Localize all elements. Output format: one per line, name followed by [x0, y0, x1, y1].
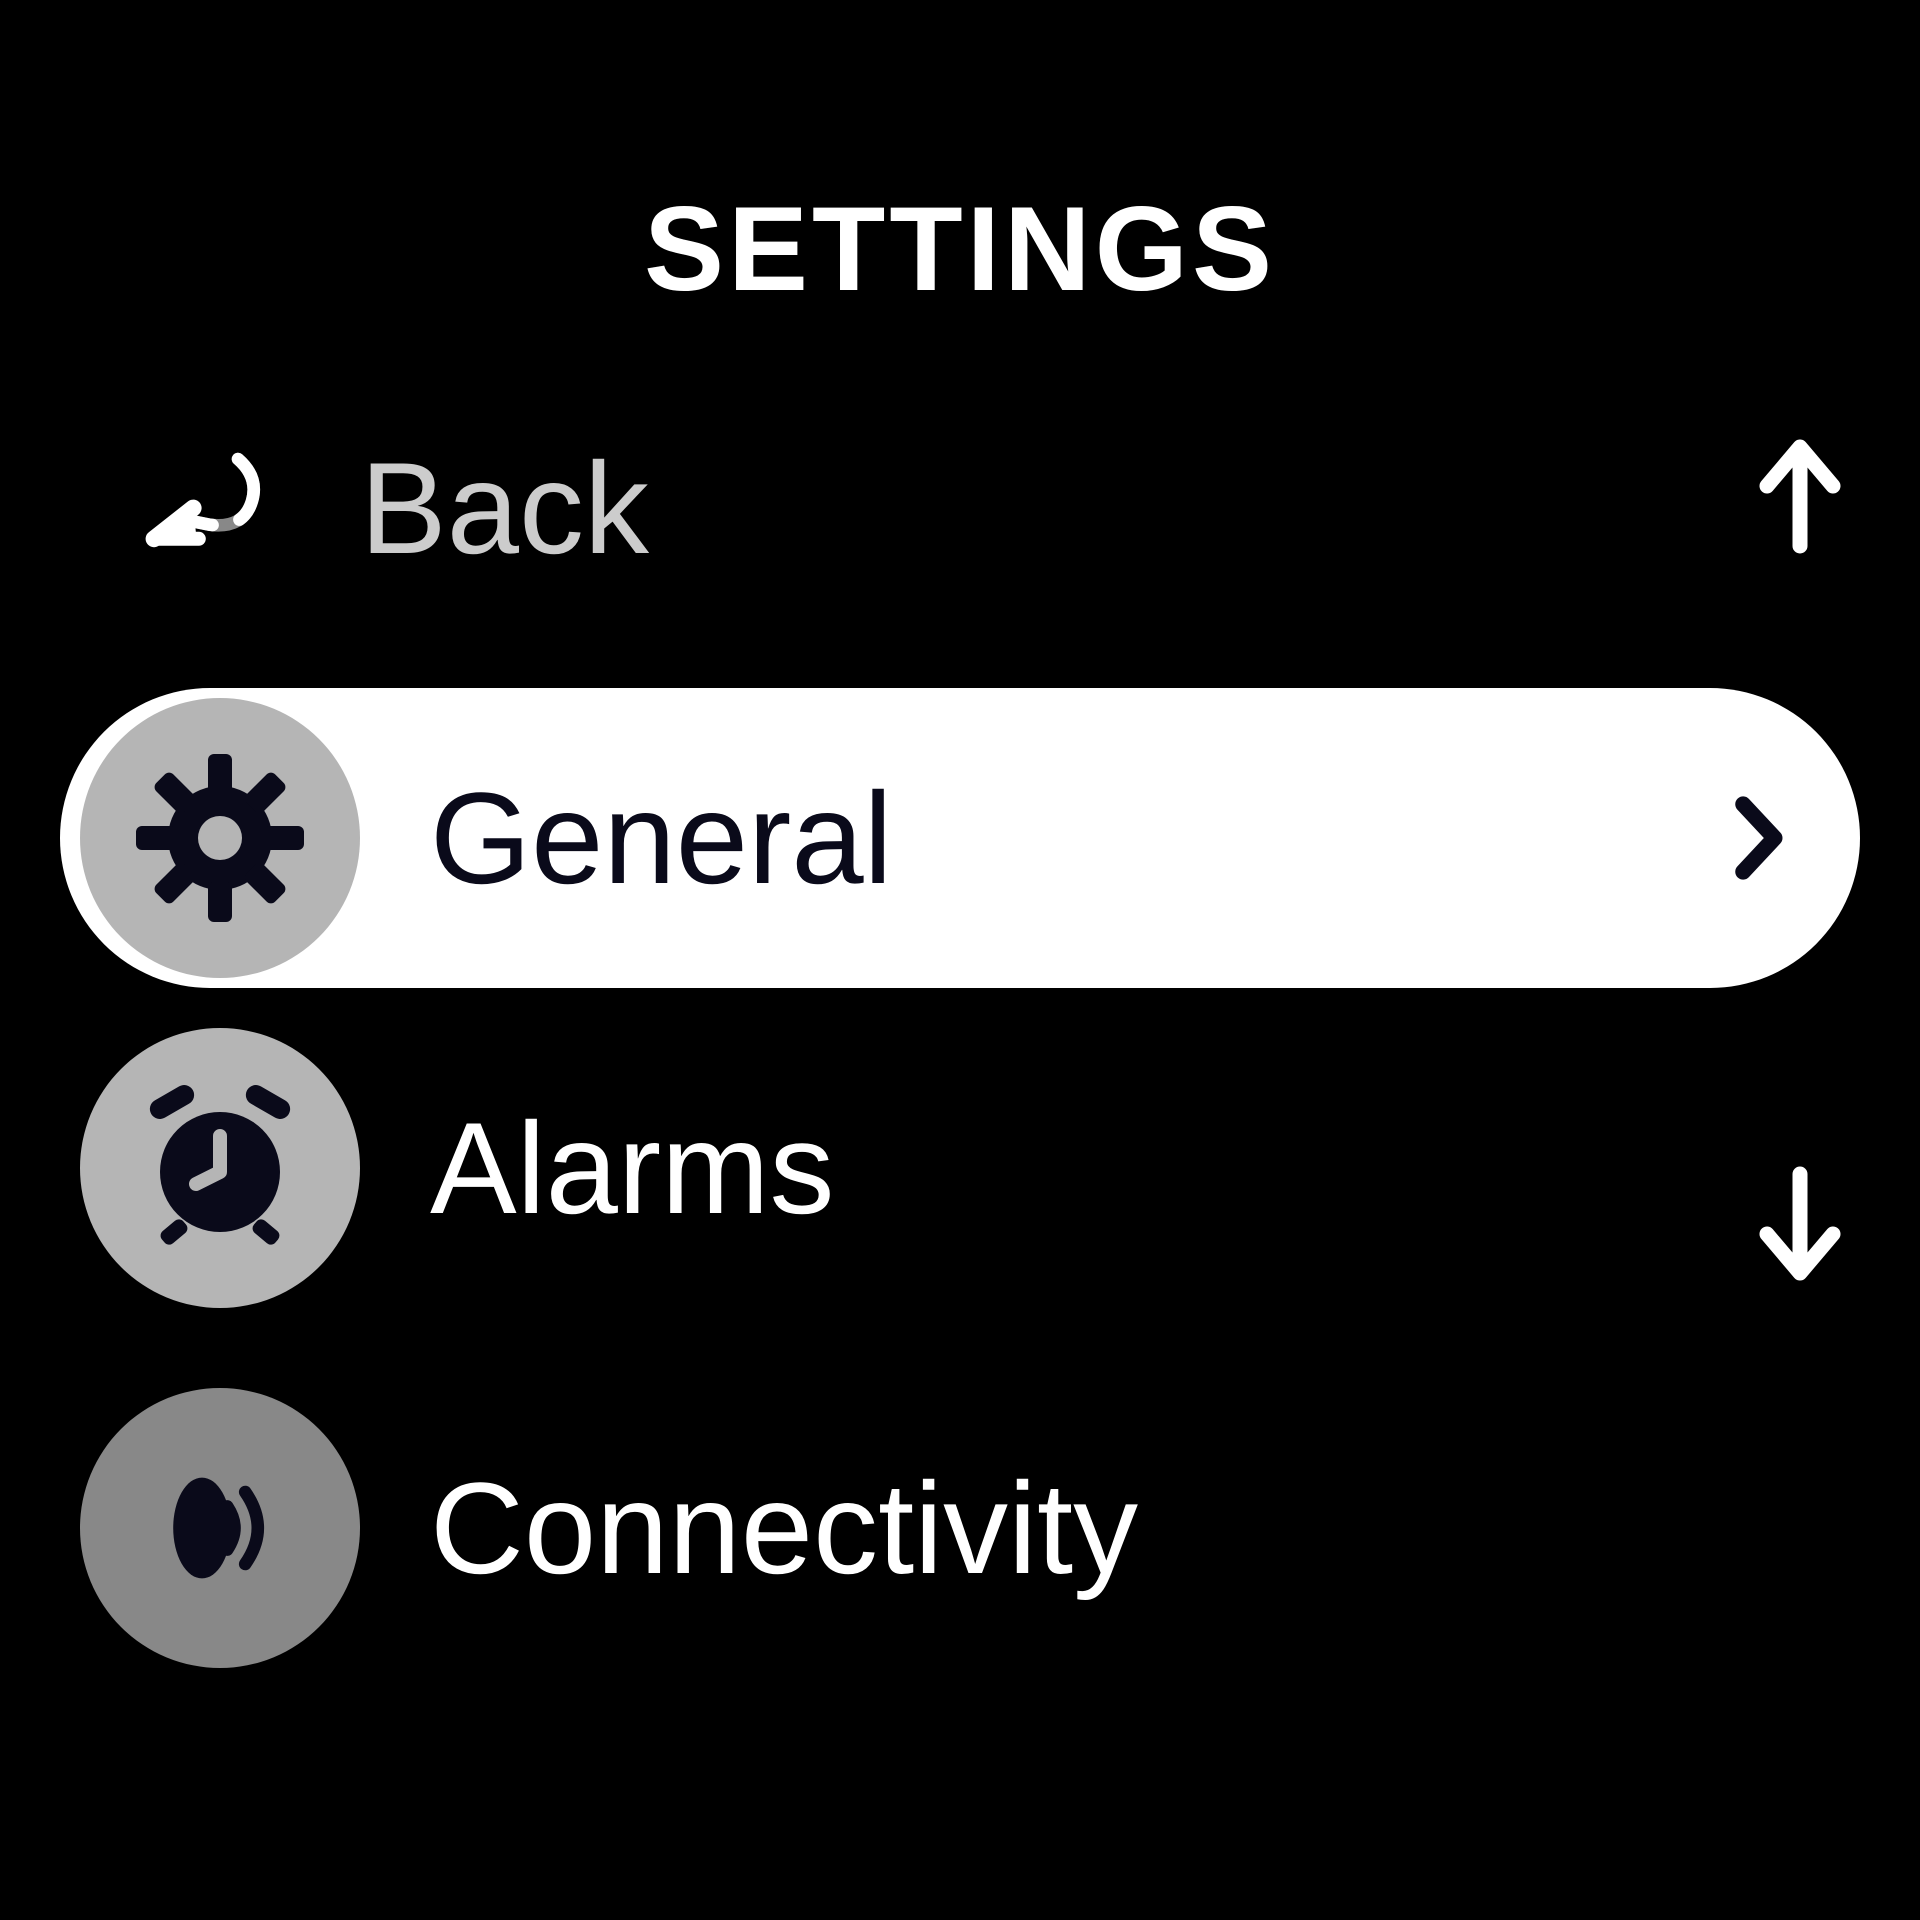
wireless-icon — [80, 1388, 360, 1668]
menu-item-label: Alarms — [430, 1093, 1800, 1243]
page-title: SETTINGS — [0, 180, 1920, 318]
gear-icon — [80, 698, 360, 978]
chevron-right-icon — [1720, 798, 1800, 878]
menu-item-label: General — [430, 763, 1720, 913]
settings-menu: Back — [0, 418, 1920, 1708]
menu-item-general[interactable]: General — [60, 688, 1860, 988]
back-curved-arrow-icon — [140, 438, 280, 578]
arrow-down-icon — [1755, 1165, 1845, 1285]
scroll-up-button[interactable] — [1755, 440, 1845, 550]
back-button[interactable]: Back — [60, 418, 1860, 598]
scroll-down-button[interactable] — [1755, 1170, 1845, 1280]
back-label: Back — [360, 433, 649, 583]
alarm-clock-icon — [80, 1028, 360, 1308]
menu-item-connectivity[interactable]: Connectivity — [60, 1378, 1860, 1678]
settings-screen: SETTINGS Back — [0, 0, 1920, 1920]
menu-item-alarms[interactable]: Alarms — [60, 1018, 1860, 1318]
arrow-up-icon — [1755, 435, 1845, 555]
menu-item-label: Connectivity — [430, 1453, 1800, 1603]
